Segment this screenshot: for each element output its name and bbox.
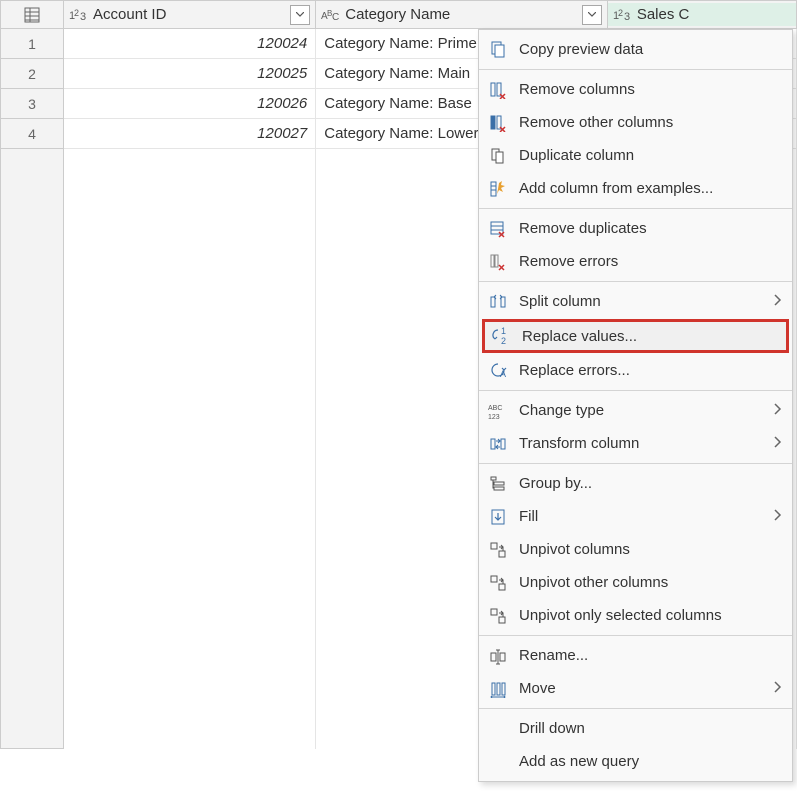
remove-other-columns-icon: [487, 112, 509, 134]
menu-unpivot-columns[interactable]: Unpivot columns: [479, 533, 792, 566]
menu-move[interactable]: Move: [479, 672, 792, 705]
menu-separator: [479, 281, 792, 282]
menu-separator: [479, 69, 792, 70]
svg-text:A: A: [500, 369, 506, 379]
menu-separator: [479, 635, 792, 636]
svg-text:2: 2: [74, 8, 79, 18]
menu-unpivot-other-columns[interactable]: Unpivot other columns: [479, 566, 792, 599]
remove-columns-icon: [487, 79, 509, 101]
menu-duplicate-column[interactable]: Duplicate column: [479, 139, 792, 172]
menu-remove-errors[interactable]: Remove errors: [479, 245, 792, 278]
empty-icon: [487, 751, 509, 773]
menu-change-type[interactable]: ABC123 Change type: [479, 394, 792, 427]
rename-icon: [487, 645, 509, 667]
svg-text:123: 123: [488, 414, 500, 420]
duplicate-column-icon: [487, 145, 509, 167]
add-column-examples-icon: [487, 178, 509, 200]
chevron-down-icon: [296, 12, 304, 17]
row-number[interactable]: 2: [1, 59, 64, 89]
transform-column-icon: [487, 433, 509, 455]
svg-text:2: 2: [501, 336, 506, 345]
remove-duplicates-icon: [487, 218, 509, 240]
context-menu: Copy preview data Remove columns Remove …: [478, 29, 793, 782]
menu-transform-column[interactable]: Transform column: [479, 427, 792, 460]
menu-separator: [479, 208, 792, 209]
menu-separator: [479, 390, 792, 391]
text-type-icon: A B C: [321, 8, 341, 22]
replace-values-icon: 12: [490, 325, 512, 347]
number-type-icon: 1 2 3: [613, 8, 633, 22]
menu-replace-values[interactable]: 12 Replace values...: [482, 319, 789, 353]
unpivot-columns-icon: [487, 539, 509, 561]
empty-icon: [487, 718, 509, 740]
move-icon: [487, 678, 509, 700]
column-header-sales[interactable]: 1 2 3 Sales C: [607, 1, 796, 29]
svg-text:2: 2: [618, 8, 623, 18]
change-type-icon: ABC 123: [487, 400, 509, 422]
copy-icon: [487, 39, 509, 61]
menu-rename[interactable]: Rename...: [479, 639, 792, 672]
menu-drill-down[interactable]: Drill down: [479, 712, 792, 745]
cell-account-id[interactable]: 120027: [64, 119, 316, 149]
menu-remove-columns[interactable]: Remove columns: [479, 73, 792, 106]
unpivot-other-columns-icon: [487, 572, 509, 594]
svg-text:ABC: ABC: [488, 405, 502, 412]
row-number[interactable]: 4: [1, 119, 64, 149]
submenu-arrow-icon: [774, 436, 782, 451]
column-header-category-name[interactable]: A B C Category Name: [316, 1, 608, 29]
menu-add-as-new-query[interactable]: Add as new query: [479, 745, 792, 778]
menu-separator: [479, 708, 792, 709]
submenu-arrow-icon: [774, 403, 782, 418]
cell-account-id[interactable]: 120026: [64, 89, 316, 119]
submenu-arrow-icon: [774, 681, 782, 696]
replace-errors-icon: A: [487, 360, 509, 382]
column-filter-button[interactable]: [582, 5, 602, 25]
row-number[interactable]: 1: [1, 29, 64, 59]
menu-fill[interactable]: Fill: [479, 500, 792, 533]
menu-remove-duplicates[interactable]: Remove duplicates: [479, 212, 792, 245]
submenu-arrow-icon: [774, 294, 782, 309]
svg-text:3: 3: [80, 11, 86, 22]
cell-account-id[interactable]: 120024: [64, 29, 316, 59]
menu-copy-preview-data[interactable]: Copy preview data: [479, 33, 792, 66]
column-filter-button[interactable]: [290, 5, 310, 25]
submenu-arrow-icon: [774, 509, 782, 524]
svg-text:3: 3: [624, 11, 630, 22]
number-type-icon: 1 2 3: [69, 8, 89, 22]
menu-remove-other-columns[interactable]: Remove other columns: [479, 106, 792, 139]
chevron-down-icon: [588, 12, 596, 17]
menu-group-by[interactable]: Group by...: [479, 467, 792, 500]
menu-replace-errors[interactable]: A Replace errors...: [479, 354, 792, 387]
menu-separator: [479, 463, 792, 464]
svg-text:1: 1: [501, 327, 506, 336]
menu-add-column-from-examples[interactable]: Add column from examples...: [479, 172, 792, 205]
header-row: 1 2 3 Account ID A: [1, 1, 797, 29]
svg-text:C: C: [332, 12, 339, 22]
group-by-icon: [487, 473, 509, 495]
split-column-icon: [487, 291, 509, 313]
column-header-account-id[interactable]: 1 2 3 Account ID: [64, 1, 316, 29]
fill-icon: [487, 506, 509, 528]
column-name: Sales C: [637, 6, 791, 23]
column-name: Account ID: [93, 6, 286, 23]
table-icon: [24, 7, 40, 23]
corner-cell[interactable]: [1, 1, 64, 29]
remove-errors-icon: [487, 251, 509, 273]
row-number[interactable]: 3: [1, 89, 64, 119]
menu-unpivot-selected-columns[interactable]: Unpivot only selected columns: [479, 599, 792, 632]
menu-split-column[interactable]: Split column: [479, 285, 792, 318]
cell-account-id[interactable]: 120025: [64, 59, 316, 89]
unpivot-selected-icon: [487, 605, 509, 627]
column-name: Category Name: [345, 6, 578, 23]
